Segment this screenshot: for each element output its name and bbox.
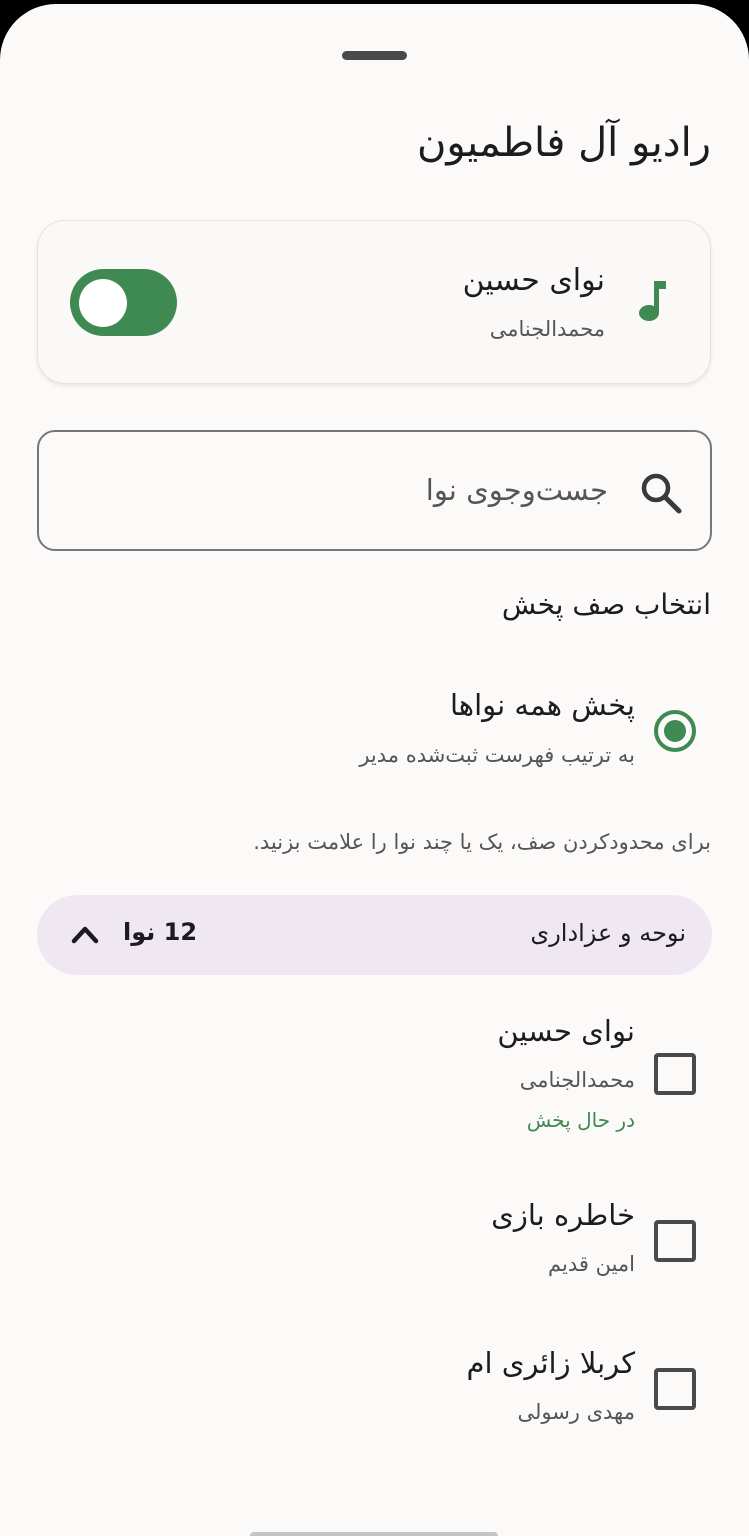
category-count: 12 نوا xyxy=(123,918,198,946)
now-playing-title: نوای حسین xyxy=(462,263,605,298)
bottom-sheet: رادیو آل فاطمیون نوای حسین محمدالجنامی ا… xyxy=(0,4,749,1536)
track-checkbox[interactable] xyxy=(654,1220,696,1262)
track-checkbox[interactable] xyxy=(654,1053,696,1095)
search-icon xyxy=(641,473,682,514)
search-input[interactable] xyxy=(88,462,608,518)
track-title: کربلا زائری ام xyxy=(466,1346,635,1380)
track-checkbox[interactable] xyxy=(654,1368,696,1410)
track-title: خاطره بازی xyxy=(491,1198,635,1232)
now-playing-artist: محمدالجنامی xyxy=(489,317,605,341)
track-item[interactable]: خاطره بازی امین قدیم xyxy=(0,1188,749,1298)
search-field[interactable] xyxy=(37,430,712,551)
track-item[interactable]: کربلا زائری ام مهدی رسولی xyxy=(0,1336,749,1446)
music-note-icon xyxy=(639,281,666,321)
sheet-title: رادیو آل فاطمیون xyxy=(416,120,711,166)
category-header[interactable]: نوحه و عزاداری 12 نوا xyxy=(37,895,712,975)
drag-handle[interactable] xyxy=(342,51,407,60)
play-all-subtitle: به ترتیب فهرست ثبت‌شده مدیر xyxy=(359,743,635,767)
now-playing-card: نوای حسین محمدالجنامی xyxy=(37,220,711,384)
queue-section-title: انتخاب صف پخش xyxy=(501,588,711,621)
home-indicator xyxy=(250,1532,498,1536)
category-name: نوحه و عزاداری xyxy=(530,919,686,947)
play-all-title: پخش همه نواها xyxy=(449,688,635,722)
track-artist: مهدی رسولی xyxy=(517,1400,635,1424)
toggle-knob xyxy=(79,279,127,327)
radio-selected-dot xyxy=(664,720,686,742)
track-status-playing: در حال پخش xyxy=(526,1108,635,1132)
queue-hint: برای محدودکردن صف، یک یا چند نوا را علام… xyxy=(253,830,711,854)
track-title: نوای حسین xyxy=(497,1014,635,1048)
track-artist: امین قدیم xyxy=(548,1252,635,1276)
playback-toggle[interactable] xyxy=(70,269,177,336)
track-item[interactable]: نوای حسین محمدالجنامی در حال پخش xyxy=(0,1004,749,1154)
track-artist: محمدالجنامی xyxy=(519,1068,635,1092)
chevron-up-icon[interactable] xyxy=(71,923,99,945)
play-all-radio[interactable] xyxy=(654,710,696,752)
